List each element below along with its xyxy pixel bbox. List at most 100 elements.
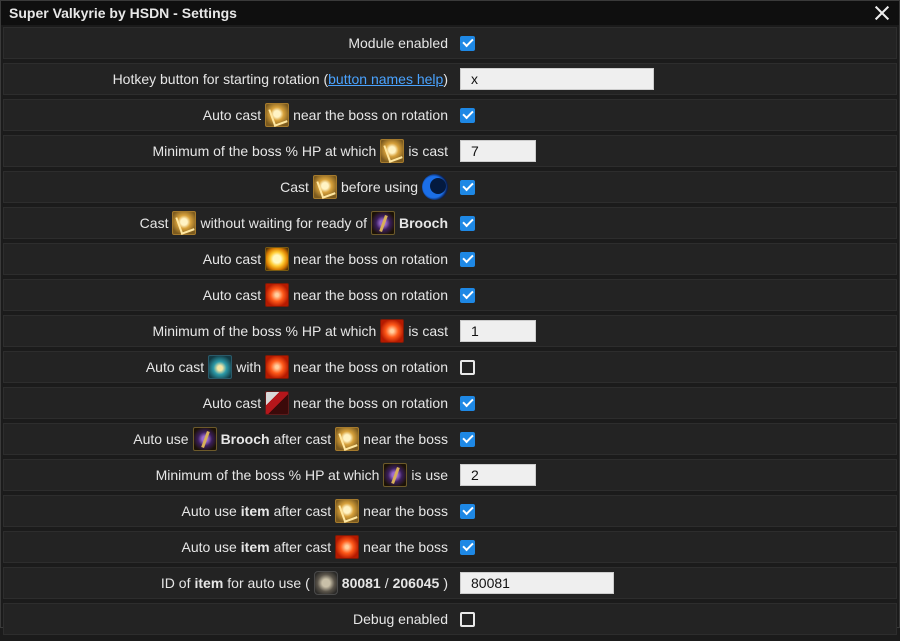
label-text: for auto use ( (227, 575, 310, 591)
blue-crescent-icon (422, 174, 448, 200)
setting-label: Auto use item after cast near the boss (4, 535, 450, 559)
label-text: / (384, 575, 389, 591)
gold-slash-skill-icon (335, 499, 360, 523)
fire-orb-icon (265, 283, 290, 307)
setting-label: Auto cast near the boss on rotation (4, 391, 450, 415)
label-text: Minimum of the boss % HP at which (152, 323, 377, 339)
item-id-input[interactable]: 80081 (460, 572, 614, 594)
setting-label: Cast without waiting for ready of Brooch (4, 211, 450, 235)
setting-row-cast-before-using: Cast before using (3, 171, 897, 203)
window-title: Super Valkyrie by HSDN - Settings (9, 5, 237, 21)
label-text: 206045 (392, 575, 440, 591)
auto-use-item-skill-checkbox[interactable] (460, 503, 475, 519)
label-text: Auto cast (202, 107, 262, 123)
label-text: Auto use (181, 539, 237, 555)
label-text: Debug enabled (353, 611, 448, 627)
min-hp-brooch-input[interactable]: 2 (460, 464, 536, 486)
cast-without-waiting-checkbox[interactable] (460, 215, 475, 231)
button-names-help-link[interactable]: button names help (328, 71, 443, 87)
sun-orb-icon (265, 247, 290, 271)
setting-row-hotkey: Hotkey button for starting rotation (but… (3, 63, 897, 95)
settings-list: Module enabled Hotkey button for startin… (1, 25, 899, 641)
auto-use-item-fire-checkbox[interactable] (460, 539, 475, 555)
setting-row-auto-use-brooch: Auto use Brooch after cast near the boss (3, 423, 897, 455)
label-text: near the boss (363, 431, 448, 447)
gold-slash-skill-icon (380, 139, 405, 163)
label-text: Minimum of the boss % HP at which (152, 143, 377, 159)
setting-row-debug-enabled: Debug enabled (3, 603, 897, 635)
setting-label: Module enabled (4, 35, 450, 51)
red-blade-skill-icon (265, 391, 290, 415)
setting-row-min-hp-skill: Minimum of the boss % HP at which is cas… (3, 135, 897, 167)
auto-cast-red-checkbox[interactable] (460, 395, 475, 411)
setting-row-item-id: ID of item for auto use ( 80081 / 206045… (3, 567, 897, 599)
label-text: Auto cast (145, 359, 205, 375)
label-text: after cast (273, 539, 332, 555)
setting-row-min-hp-fire: Minimum of the boss % HP at which is cas… (3, 315, 897, 347)
auto-cast-teal-checkbox[interactable] (460, 359, 475, 375)
label-text: Auto use (181, 503, 237, 519)
gold-slash-skill-icon (172, 211, 197, 235)
label-text: Hotkey button for starting rotation (but… (112, 71, 448, 87)
label-text: Auto cast (202, 395, 262, 411)
label-text: near the boss (363, 503, 448, 519)
setting-label: Auto cast near the boss on rotation (4, 283, 450, 307)
setting-row-auto-cast-red: Auto cast near the boss on rotation (3, 387, 897, 419)
label-text: Auto cast (202, 251, 262, 267)
hotkey-input[interactable]: x (460, 68, 654, 90)
label-text: Cast (280, 179, 309, 195)
setting-row-auto-cast-sun: Auto cast near the boss on rotation (3, 243, 897, 275)
label-text: is cast (408, 143, 448, 159)
label-text: item (194, 575, 224, 591)
label-text: item (240, 503, 270, 519)
gold-slash-skill-icon (312, 175, 337, 199)
setting-label: Cast before using (4, 174, 450, 200)
setting-row-cast-without-waiting: Cast without waiting for ready of Brooch (3, 207, 897, 239)
setting-row-auto-cast-teal-with-fire: Auto cast with near the boss on rotation (3, 351, 897, 383)
setting-label: Auto cast near the boss on rotation (4, 103, 450, 127)
setting-label: Hotkey button for starting rotation (but… (4, 71, 450, 87)
label-text: before using (340, 179, 418, 195)
setting-label: Auto use item after cast near the boss (4, 499, 450, 523)
brooch-icon (192, 427, 217, 451)
setting-row-auto-cast-fire: Auto cast near the boss on rotation (3, 279, 897, 311)
close-icon[interactable] (873, 4, 891, 22)
label-text: Brooch (399, 215, 448, 231)
label-text: Module enabled (348, 35, 448, 51)
setting-label: Debug enabled (4, 611, 450, 627)
label-text: Cast (139, 215, 169, 231)
auto-cast-checkbox[interactable] (460, 107, 475, 123)
label-text: is cast (408, 323, 448, 339)
label-text: Minimum of the boss % HP at which (155, 467, 380, 483)
fire-orb-icon (335, 535, 360, 559)
brooch-icon (383, 463, 408, 487)
grey-item-icon (313, 571, 338, 595)
label-text: near the boss on rotation (293, 359, 448, 375)
setting-label: Auto cast near the boss on rotation (4, 247, 450, 271)
debug-enabled-checkbox[interactable] (460, 611, 475, 627)
auto-cast-sun-checkbox[interactable] (460, 251, 475, 267)
auto-cast-fire-checkbox[interactable] (460, 287, 475, 303)
min-hp-fire-input[interactable]: 1 (460, 320, 536, 342)
label-text: item (240, 539, 270, 555)
label-text: near the boss on rotation (293, 251, 448, 267)
fire-orb-icon (265, 355, 290, 379)
cast-before-using-checkbox[interactable] (460, 179, 475, 195)
setting-label: Minimum of the boss % HP at which is cas… (4, 319, 450, 343)
gold-slash-skill-icon (265, 103, 290, 127)
auto-use-brooch-checkbox[interactable] (460, 431, 475, 447)
setting-row-auto-use-item-skill: Auto use item after cast near the boss (3, 495, 897, 527)
label-text: near the boss (363, 539, 448, 555)
label-text: without waiting for ready of (200, 215, 367, 231)
title-bar: Super Valkyrie by HSDN - Settings (1, 1, 899, 25)
fire-orb-icon (380, 319, 405, 343)
brooch-icon (371, 211, 395, 235)
label-text: with (236, 359, 262, 375)
teal-skill-icon (208, 355, 233, 379)
module-enabled-checkbox[interactable] (460, 35, 475, 51)
gold-slash-skill-icon (335, 427, 360, 451)
setting-label: Auto use Brooch after cast near the boss (4, 427, 450, 451)
min-hp-input[interactable]: 7 (460, 140, 536, 162)
label-text: Brooch (220, 431, 270, 447)
label-text: near the boss on rotation (293, 107, 448, 123)
